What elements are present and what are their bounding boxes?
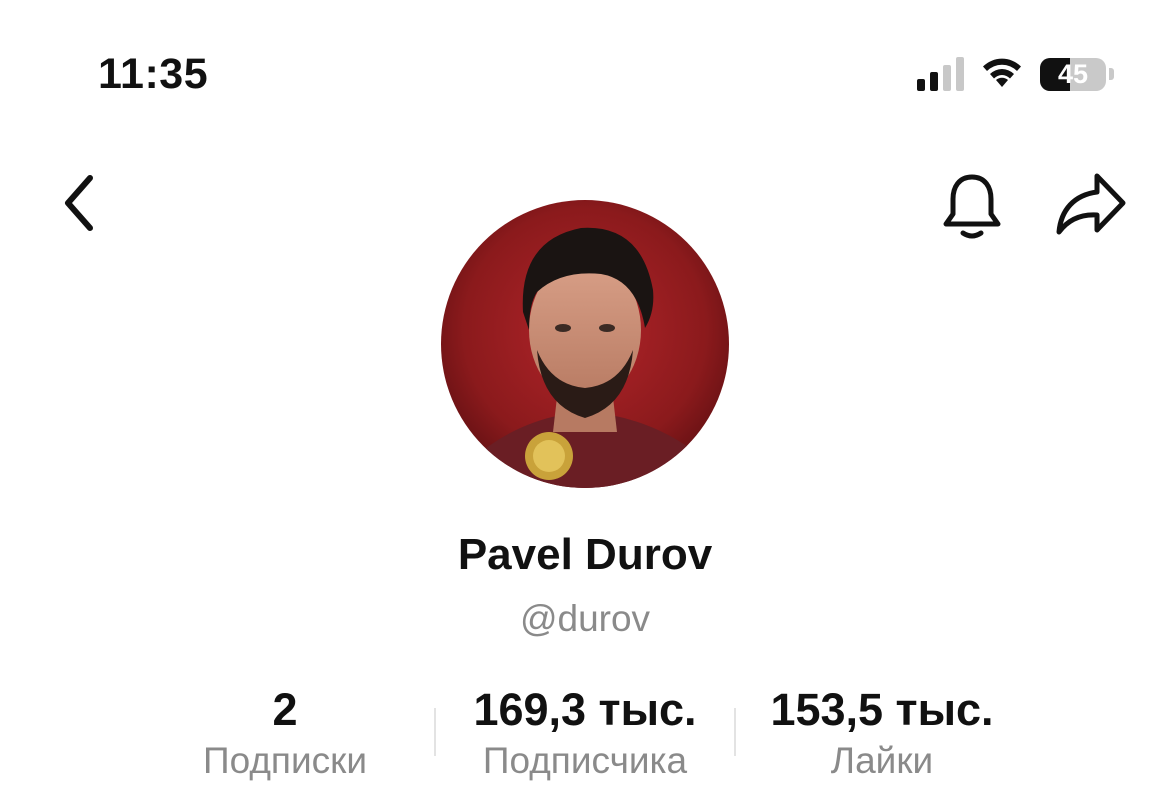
stat-followers-label: Подписчика	[482, 740, 688, 781]
stat-divider	[734, 708, 736, 756]
battery-icon: 45	[1040, 57, 1106, 91]
stat-following-value: 2	[272, 684, 298, 735]
battery-cap	[1109, 68, 1114, 80]
avatar[interactable]	[441, 200, 729, 488]
battery-percent: 45	[1057, 58, 1089, 89]
stat-following-label: Подписки	[202, 740, 367, 781]
stat-likes-label: Лайки	[830, 740, 934, 781]
status-icons: 45	[917, 52, 1114, 96]
stat-divider	[434, 708, 436, 756]
stat-followers-value: 169,3 тыс.	[473, 684, 697, 735]
status-time: 11:35	[98, 50, 209, 98]
stat-following[interactable]: 2 Подписки	[175, 682, 395, 784]
notifications-button[interactable]	[936, 170, 1008, 246]
share-arrow-icon	[1053, 170, 1129, 243]
share-button[interactable]	[1050, 170, 1132, 242]
profile-stats: 2 Подписки 169,3 тыс. Подписчика 153,5 т…	[0, 682, 1170, 792]
profile-photo	[441, 200, 729, 488]
stat-likes[interactable]: 153,5 тыс. Лайки	[742, 682, 1022, 784]
bell-icon	[939, 170, 1005, 247]
profile-username: @durov	[519, 598, 651, 639]
profile-name: Pavel Durov	[457, 530, 713, 579]
stat-likes-value: 153,5 тыс.	[770, 684, 994, 735]
back-button[interactable]	[50, 170, 110, 240]
wifi-icon	[978, 54, 1026, 95]
stat-followers[interactable]: 169,3 тыс. Подписчика	[444, 682, 726, 784]
cellular-signal-icon	[917, 57, 964, 91]
chevron-left-icon	[60, 172, 100, 239]
